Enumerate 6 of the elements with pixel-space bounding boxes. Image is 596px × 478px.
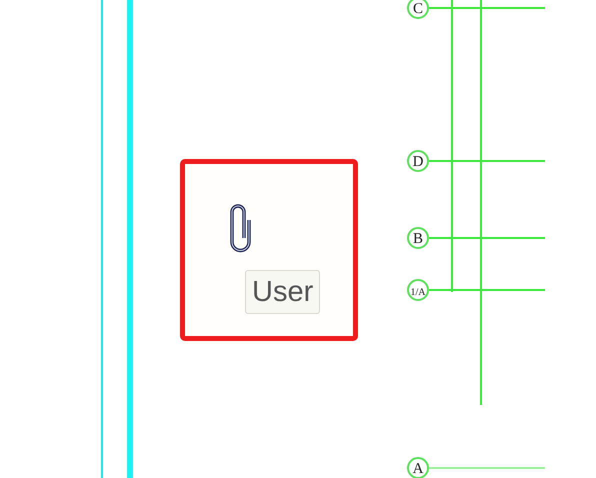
tooltip: User [245,270,320,314]
grid-bubble: B [407,227,429,249]
grid-bubble: A [407,457,429,478]
grid-bubble: C [407,0,429,19]
grid-bubble: D [407,150,429,172]
grid-bubble: 1/A [407,279,429,301]
